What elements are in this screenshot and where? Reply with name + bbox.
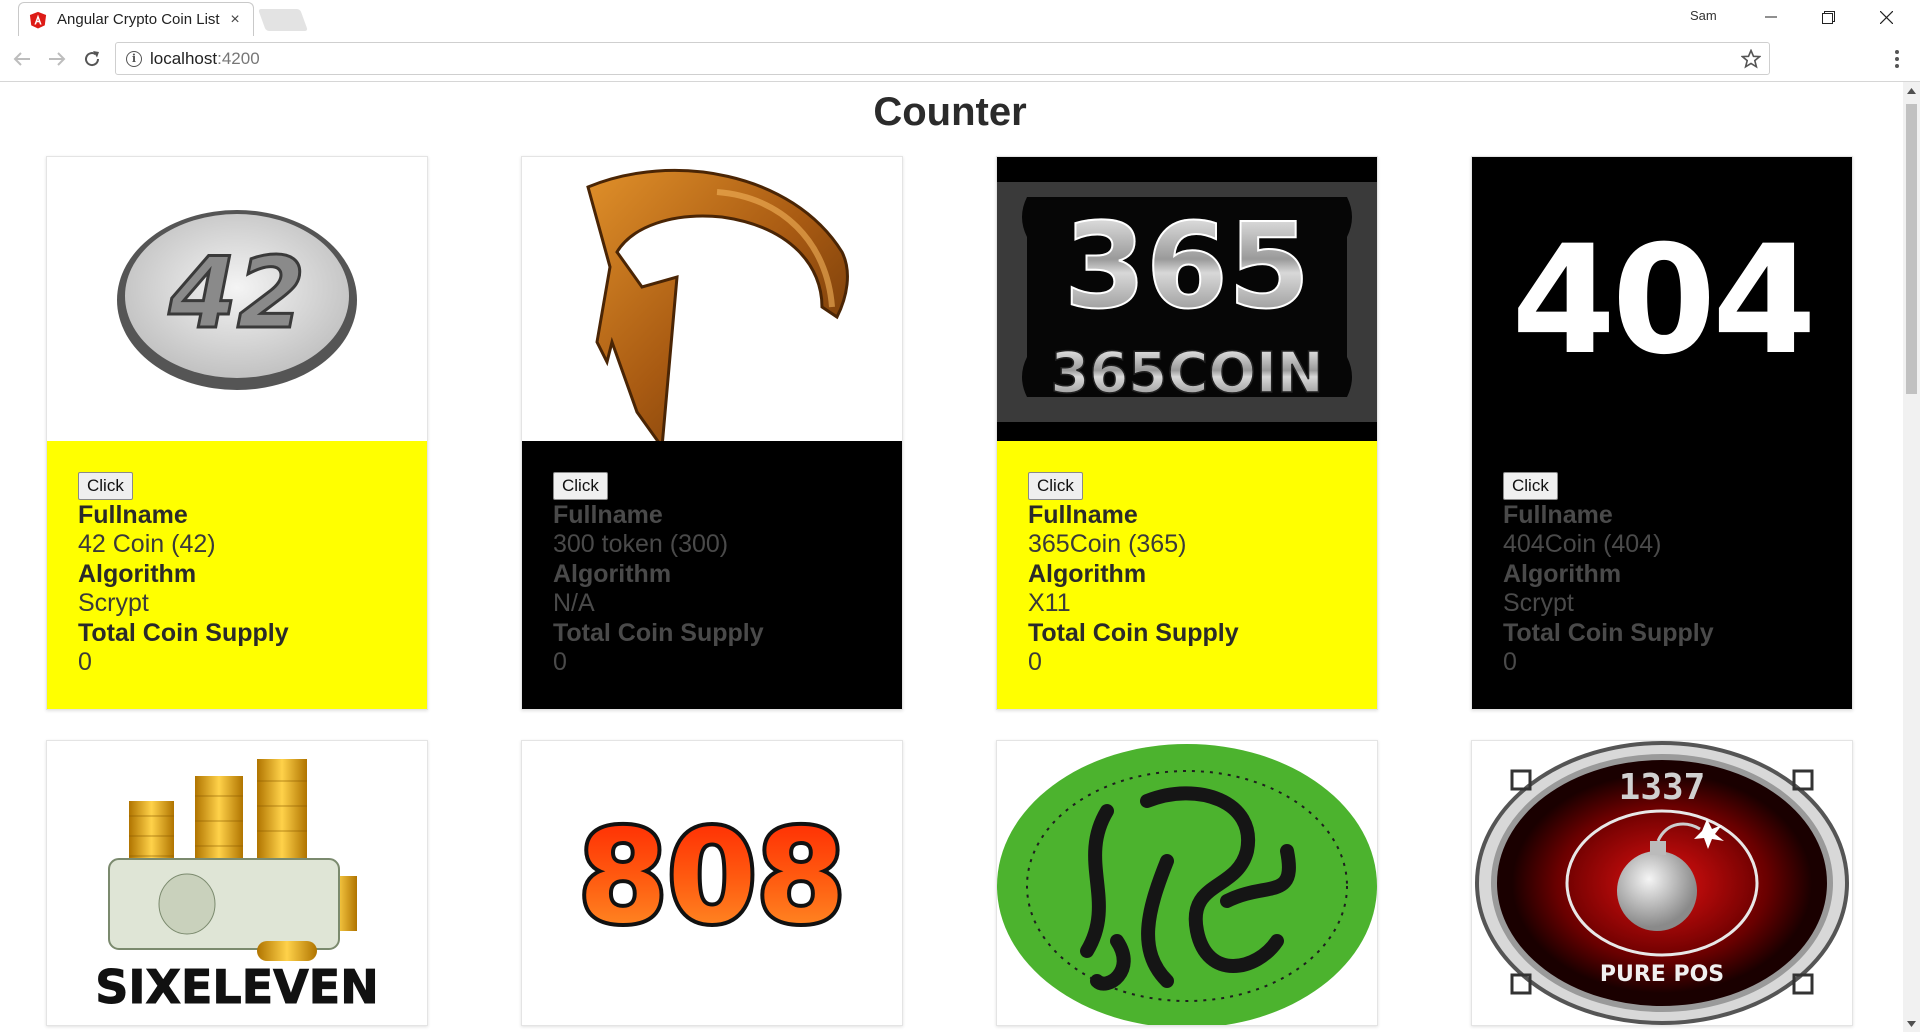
- algorithm-value: N/A: [553, 589, 595, 617]
- forward-button[interactable]: [45, 47, 69, 71]
- coin-card: 808: [521, 740, 903, 1026]
- fullname-value: 404Coin (404): [1503, 530, 1662, 558]
- coin-image: [997, 741, 1377, 1025]
- back-button[interactable]: [10, 47, 34, 71]
- scroll-down-arrow-icon[interactable]: [1903, 1015, 1920, 1032]
- supply-value: 0: [1028, 648, 1042, 676]
- spartan-helmet-logo: [586, 169, 849, 441]
- svg-text:365COIN: 365COIN: [1050, 341, 1323, 406]
- algorithm-label: Algorithm: [78, 560, 197, 588]
- coin-card: [996, 740, 1378, 1026]
- svg-text:42: 42: [168, 237, 305, 351]
- url-host: localhost: [150, 48, 218, 68]
- reload-button[interactable]: [80, 47, 104, 71]
- coin-808-logo: 808: [574, 799, 849, 956]
- new-tab-button[interactable]: [257, 9, 309, 31]
- fullname-label: Fullname: [553, 501, 663, 529]
- restore-button[interactable]: [1808, 4, 1848, 30]
- coin-card: Click Fullname 300 token (300) Algorithm…: [521, 156, 903, 710]
- coin-details: Click Fullname 404Coin (404) Algorithm S…: [1472, 441, 1852, 709]
- click-button[interactable]: Click: [553, 472, 608, 500]
- angular-favicon-icon: [29, 11, 47, 29]
- supply-label: Total Coin Supply: [553, 619, 764, 647]
- fullname-value: 365Coin (365): [1028, 530, 1187, 558]
- reload-icon: [85, 51, 100, 67]
- coin-image: SIXELEVEN: [47, 741, 427, 1025]
- tab-title: Angular Crypto Coin List: [57, 11, 220, 28]
- address-bar[interactable]: i localhost:4200: [115, 42, 1770, 75]
- coin-card: 1337 PURE POS: [1471, 740, 1853, 1026]
- coin-image: 1337 PURE POS: [1472, 741, 1852, 1025]
- algorithm-label: Algorithm: [553, 560, 672, 588]
- coin-details: Click Fullname 365Coin (365) Algorithm X…: [997, 441, 1377, 709]
- close-icon: [1879, 10, 1893, 24]
- click-button[interactable]: Click: [78, 472, 133, 500]
- page-title: Counter: [873, 90, 1027, 134]
- click-button[interactable]: Click: [1503, 472, 1558, 500]
- svg-text:PURE POS: PURE POS: [1600, 962, 1724, 987]
- fullname-value: 42 Coin (42): [78, 530, 216, 558]
- supply-value: 0: [78, 648, 92, 676]
- supply-label: Total Coin Supply: [78, 619, 289, 647]
- tab-close-icon[interactable]: ×: [227, 11, 243, 29]
- coin-42-logo: 42: [117, 210, 357, 390]
- arrow-left-icon: [13, 52, 30, 66]
- fullname-label: Fullname: [1503, 501, 1613, 529]
- supply-label: Total Coin Supply: [1028, 619, 1239, 647]
- coin-404-logo: 404: [1511, 214, 1816, 388]
- supply-label: Total Coin Supply: [1503, 619, 1714, 647]
- coin-card: SIXELEVEN: [46, 740, 428, 1026]
- coin-image: [522, 157, 902, 441]
- algorithm-value: Scrypt: [1503, 589, 1574, 617]
- bookmark-star-icon[interactable]: [1741, 49, 1761, 69]
- algorithm-label: Algorithm: [1503, 560, 1622, 588]
- fullname-label: Fullname: [1028, 501, 1138, 529]
- svg-text:1337: 1337: [1619, 767, 1706, 808]
- scroll-up-arrow-icon[interactable]: [1903, 82, 1920, 99]
- coin-card: 404 Click Fullname 404Coin (404) Algorit…: [1471, 156, 1853, 710]
- coin-details: Click Fullname 300 token (300) Algorithm…: [522, 441, 902, 709]
- pure-pos-logo: 1337 PURE POS: [1475, 741, 1849, 1025]
- page-content: Counter 42 Click Fullname 42 Coin (42) A…: [0, 82, 1900, 1032]
- algorithm-label: Algorithm: [1028, 560, 1147, 588]
- minimize-button[interactable]: [1751, 4, 1791, 30]
- page-viewport: Counter 42 Click Fullname 42 Coin (42) A…: [0, 82, 1920, 1032]
- coin-image: 808: [522, 741, 902, 1025]
- scrollbar-thumb[interactable]: [1906, 104, 1917, 394]
- supply-value: 0: [553, 648, 567, 676]
- browser-toolbar: i localhost:4200: [0, 36, 1920, 82]
- profile-name[interactable]: Sam: [1690, 8, 1717, 23]
- coin-365-logo: 365 365COIN: [997, 182, 1377, 422]
- coin-card: 365 365COIN Click Fullname 365Coin (365)…: [996, 156, 1378, 710]
- algorithm-value: X11: [1028, 589, 1071, 617]
- algorithm-value: Scrypt: [78, 589, 149, 617]
- url-port: :4200: [217, 48, 260, 68]
- info-icon[interactable]: i: [126, 50, 142, 67]
- browser-tab[interactable]: Angular Crypto Coin List ×: [18, 2, 254, 36]
- minimize-icon: [1765, 16, 1777, 18]
- svg-text:SIXELEVEN: SIXELEVEN: [95, 960, 378, 1014]
- vertical-scrollbar[interactable]: [1903, 82, 1920, 1032]
- click-button[interactable]: Click: [1028, 472, 1083, 500]
- svg-text:404: 404: [1511, 214, 1812, 388]
- supply-value: 0: [1503, 648, 1517, 676]
- svg-text:808: 808: [578, 803, 845, 952]
- restore-icon: [1821, 10, 1835, 24]
- coin-details: Click Fullname 42 Coin (42) Algorithm Sc…: [47, 441, 427, 709]
- coin-image: 404: [1472, 157, 1852, 441]
- coin-card: 42 Click Fullname 42 Coin (42) Algorithm…: [46, 156, 428, 710]
- coin-image: 42: [47, 157, 427, 441]
- coin-image: 365 365COIN: [997, 157, 1377, 441]
- fullname-label: Fullname: [78, 501, 188, 529]
- octopus-coin-logo: [997, 744, 1377, 1025]
- browser-tab-bar: Angular Crypto Coin List × Sam: [0, 0, 1920, 36]
- arrow-right-icon: [49, 52, 66, 66]
- sixeleven-logo: SIXELEVEN: [95, 759, 379, 1015]
- browser-menu-icon[interactable]: [1887, 48, 1907, 70]
- fullname-value: 300 token (300): [553, 530, 729, 558]
- svg-text:365: 365: [1064, 197, 1310, 335]
- close-window-button[interactable]: [1866, 4, 1906, 30]
